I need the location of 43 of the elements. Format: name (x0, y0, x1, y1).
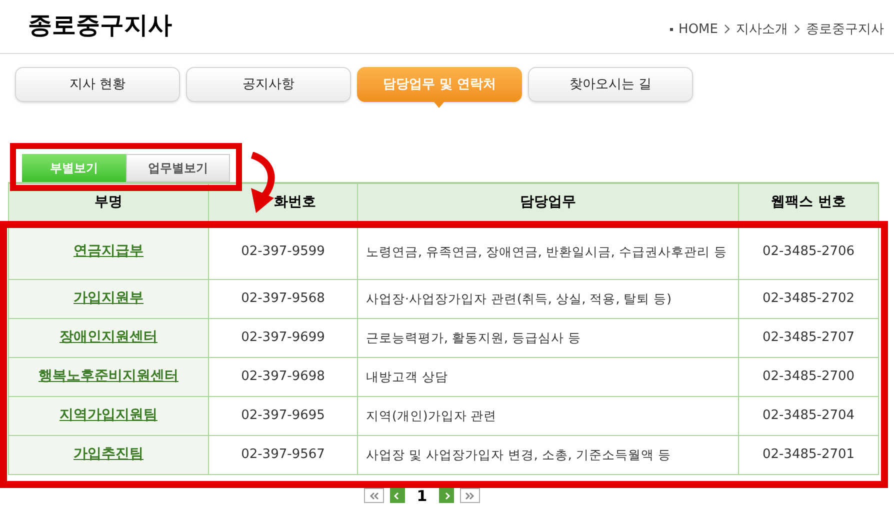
nav-tab[interactable]: 지사 현황 (15, 67, 180, 102)
column-header: 부명 (94, 194, 122, 210)
table-cell: 02-3485-2707 (738, 318, 878, 357)
table-cell: 02-397-9698 (208, 357, 358, 396)
table-cell: 02-397-9699 (208, 318, 358, 357)
table-cell: 지역(개인)가입자 관련 (366, 408, 497, 422)
nav-tab[interactable]: 찾아오시는 길 (528, 67, 693, 102)
first-page-button[interactable] (364, 488, 384, 504)
column-header: 화번호 (273, 194, 316, 210)
bullet-icon (670, 28, 673, 31)
department-link[interactable]: 연금지급부 (74, 243, 144, 259)
double-chevron-left-icon (368, 492, 379, 500)
table-cell: 근로능력평가, 활동지원, 등급심사 등 (366, 330, 581, 344)
table-cell: 02-397-9567 (208, 435, 358, 474)
department-link[interactable]: 가입지원부 (74, 290, 144, 306)
breadcrumb-link[interactable]: HOME (678, 20, 718, 39)
breadcrumb-link[interactable]: 지사소개 (736, 20, 788, 39)
department-link[interactable]: 가입추진팀 (74, 446, 144, 462)
table-cell: 사업장·사업장가입자 관련(취득, 상실, 적용, 탈퇴 등) (366, 290, 672, 306)
table-cell: 02-397-9568 (208, 279, 358, 318)
column-header: 웹팩스 번호 (771, 194, 846, 210)
table-cell: 02-3485-2702 (738, 279, 878, 318)
column-header: 담당업무 (520, 194, 576, 210)
view-toggle-button[interactable]: 업무별보기 (126, 154, 230, 182)
chevron-icon (724, 24, 730, 34)
page-title: 종로중구지사 (28, 10, 172, 41)
nav-tab[interactable]: 공지사항 (186, 67, 351, 102)
table-cell: 사업장 및 사업장가입자 변경, 소총, 기준소득월액 등 (366, 446, 671, 462)
next-page-button[interactable] (439, 488, 454, 504)
curved-arrow-icon (250, 152, 275, 213)
table-cell: 02-3485-2701 (738, 435, 878, 474)
page-number[interactable]: 1 (410, 484, 434, 507)
breadcrumb-link[interactable]: 종로중구지사 (806, 20, 884, 39)
table-cell: 02-3485-2704 (738, 396, 878, 435)
table-cell: 노령연금, 유족연금, 장애연금, 반환일시금, 수급권사후관리 등 (366, 244, 727, 258)
chevron-icon (794, 24, 800, 34)
table-cell: 02-3485-2700 (738, 357, 878, 396)
previous-page-button[interactable] (390, 488, 405, 504)
table-cell: 내방고객 상담 (366, 368, 448, 384)
tab-pointer-icon (434, 102, 444, 108)
table-cell: 02-397-9695 (208, 396, 358, 435)
double-chevron-right-icon (465, 492, 476, 500)
last-page-button[interactable] (460, 488, 480, 504)
